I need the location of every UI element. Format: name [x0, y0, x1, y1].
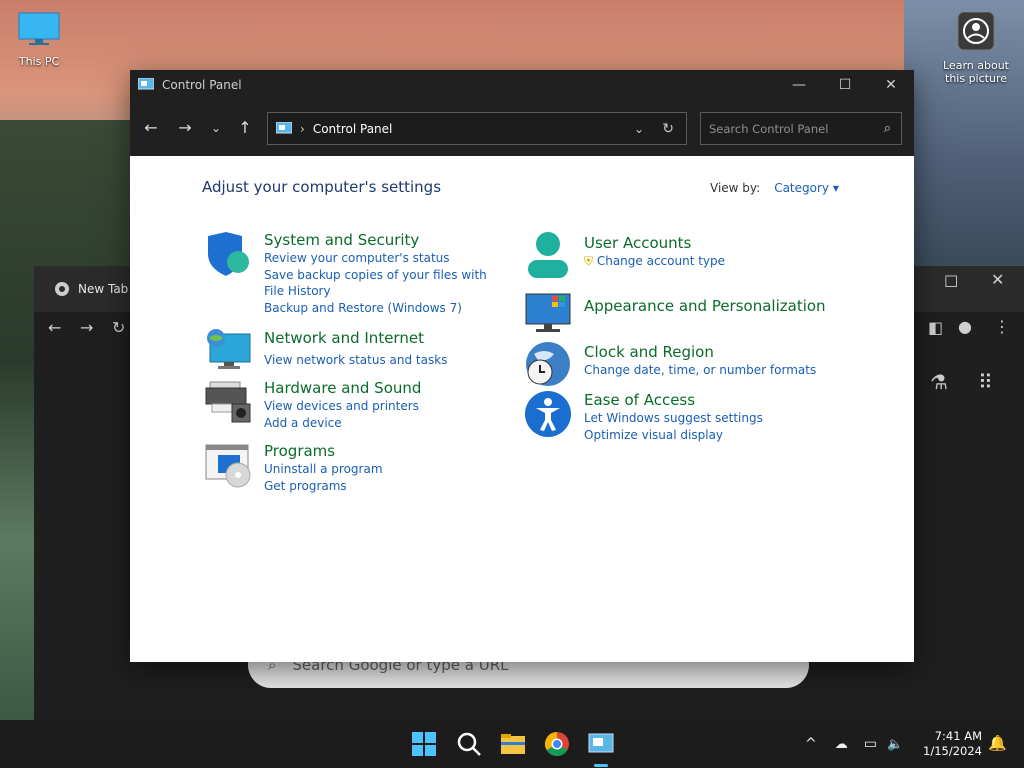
breadcrumb-chevron-icon: ›: [300, 121, 305, 136]
security-shield-icon: [208, 232, 249, 276]
category-appearance-and-personalization: Appearance and Personalization: [524, 290, 826, 338]
category-title[interactable]: Programs: [264, 441, 383, 461]
view-by: View by: Category ▾: [710, 181, 839, 195]
desktop-icon-label: Learn about this picture: [943, 59, 1009, 85]
up-icon[interactable]: ↑: [234, 118, 256, 137]
link-change-account-type[interactable]: ⛨ Change account type: [584, 253, 725, 270]
accessibility-icon: [525, 391, 571, 437]
start-windows-icon[interactable]: [410, 730, 438, 758]
menu-icon[interactable]: ⋮: [994, 317, 1010, 336]
refresh-icon[interactable]: ↻: [662, 121, 674, 137]
category-system-and-security: System and Security Review your computer…: [204, 230, 499, 316]
chrome-icon[interactable]: [543, 730, 571, 758]
view-by-label: View by:: [710, 181, 761, 195]
appearance-monitor-icon: [525, 293, 571, 332]
breadcrumb-control-panel[interactable]: Control Panel: [313, 122, 393, 136]
category-programs: Programs Uninstall a program Get program…: [204, 441, 383, 494]
labs-flask-icon[interactable]: ⚗: [930, 370, 948, 394]
maximize-icon[interactable]: ☐: [822, 70, 868, 100]
category-title[interactable]: Appearance and Personalization: [584, 296, 826, 316]
network-globe-icon: [207, 329, 251, 369]
clock-time: 7:41 AM: [934, 729, 982, 743]
search-input[interactable]: [709, 121, 859, 136]
link-get-programs[interactable]: Get programs: [264, 478, 383, 495]
search-box[interactable]: ⌕: [700, 112, 902, 145]
link-change-date-formats[interactable]: Change date, time, or number formats: [584, 362, 816, 379]
link-backup-restore[interactable]: Backup and Restore (Windows 7): [264, 300, 499, 317]
link-network-status[interactable]: View network status and tasks: [264, 352, 447, 369]
desktop-icon-this-pc[interactable]: This PC: [4, 12, 74, 68]
control-panel-icon: [138, 78, 154, 90]
close-icon[interactable]: ✕: [868, 70, 914, 100]
forward-icon[interactable]: →: [174, 118, 196, 137]
chrome-tab-title: New Tab: [78, 282, 129, 296]
monitor-icon: [18, 12, 60, 45]
chrome-logo-icon: [55, 282, 69, 296]
category-title[interactable]: System and Security: [264, 230, 499, 250]
page-title: Adjust your computer's settings: [202, 178, 442, 196]
search-icon[interactable]: ⌕: [884, 121, 891, 136]
category-user-accounts: User Accounts ⛨ Change account type: [524, 230, 725, 278]
view-by-value: Category: [774, 181, 830, 195]
category-hardware-and-sound: Hardware and Sound View devices and prin…: [204, 378, 421, 431]
user-icon: [528, 232, 568, 278]
category-network-and-internet: Network and Internet View network status…: [204, 328, 447, 376]
address-bar[interactable]: › Control Panel ⌄ ↻: [267, 112, 687, 145]
link-devices-printers[interactable]: View devices and printers: [264, 398, 421, 415]
clock-globe-icon: [526, 342, 570, 386]
chevron-down-icon[interactable]: ⌄: [634, 122, 644, 136]
apps-grid-icon[interactable]: ⠿: [978, 370, 993, 394]
back-icon[interactable]: ←: [140, 118, 162, 137]
control-panel-window[interactable]: Control Panel — ☐ ✕ ← → ⌄ ↑ › Control Pa…: [130, 70, 914, 662]
link-uninstall-program[interactable]: Uninstall a program: [264, 461, 383, 478]
forward-icon[interactable]: →: [80, 318, 93, 337]
profile-icon[interactable]: ●: [958, 317, 972, 336]
camera-icon: [957, 11, 995, 51]
reload-icon[interactable]: ↻: [112, 318, 125, 337]
link-optimize-visual-display[interactable]: Optimize visual display: [584, 427, 763, 444]
category-title[interactable]: Clock and Region: [584, 342, 816, 362]
onedrive-icon[interactable]: ☁: [835, 737, 848, 752]
close-icon[interactable]: ✕: [991, 270, 1004, 289]
clock[interactable]: 7:41 AM 1/15/2024: [923, 729, 982, 759]
uac-shield-icon: ⛨: [584, 254, 594, 268]
minimize-icon[interactable]: —: [776, 70, 822, 100]
category-title[interactable]: Ease of Access: [584, 390, 763, 410]
chevron-up-icon[interactable]: ^: [805, 736, 817, 752]
control-panel-taskbar-icon[interactable]: [587, 730, 615, 758]
category-clock-and-region: Clock and Region Change date, time, or n…: [524, 340, 816, 388]
desktop-icon-label: This PC: [18, 55, 60, 68]
category-title[interactable]: Hardware and Sound: [264, 378, 421, 398]
title-bar: Control Panel — ☐ ✕: [130, 70, 914, 100]
system-tray: ^ ☁ ▭ 🔈: [805, 720, 903, 768]
search-icon[interactable]: [455, 730, 483, 758]
recent-locations-icon[interactable]: ⌄: [205, 121, 227, 135]
sidepanel-icon[interactable]: ◧: [928, 318, 943, 337]
back-icon[interactable]: ←: [48, 318, 61, 337]
network-icon[interactable]: ▭: [864, 736, 877, 752]
navigation-bar: ← → ⌄ ↑ › Control Panel ⌄ ↻ ⌕: [130, 100, 914, 156]
link-label: Change account type: [596, 254, 726, 268]
control-panel-icon: [276, 121, 292, 133]
control-panel-content: Adjust your computer's settings View by:…: [130, 156, 914, 662]
printer-icon: [205, 381, 251, 423]
volume-muted-icon[interactable]: 🔈: [887, 737, 903, 752]
notification-bell-icon[interactable]: 🔔: [988, 734, 1007, 752]
taskbar: ^ ☁ ▭ 🔈 7:41 AM 1/15/2024 🔔: [0, 720, 1024, 768]
clock-date: 1/15/2024: [923, 744, 982, 758]
category-title[interactable]: Network and Internet: [264, 328, 447, 348]
view-by-dropdown[interactable]: Category ▾: [774, 181, 839, 195]
category-title[interactable]: User Accounts: [584, 233, 725, 253]
category-ease-of-access: Ease of Access Let Windows suggest setti…: [524, 390, 763, 443]
programs-disc-icon: [205, 444, 251, 488]
link-file-history[interactable]: Save backup copies of your files with Fi…: [264, 267, 499, 300]
link-add-device[interactable]: Add a device: [264, 415, 421, 432]
link-review-status[interactable]: Review your computer's status: [264, 250, 499, 267]
file-explorer-icon[interactable]: [499, 730, 527, 758]
link-windows-suggest-settings[interactable]: Let Windows suggest settings: [584, 410, 763, 427]
window-title: Control Panel: [162, 78, 242, 92]
active-app-indicator: [594, 764, 608, 767]
desktop-icon-learn-about-picture[interactable]: Learn about this picture: [940, 11, 1012, 85]
maximize-icon[interactable]: ☐: [944, 272, 958, 291]
